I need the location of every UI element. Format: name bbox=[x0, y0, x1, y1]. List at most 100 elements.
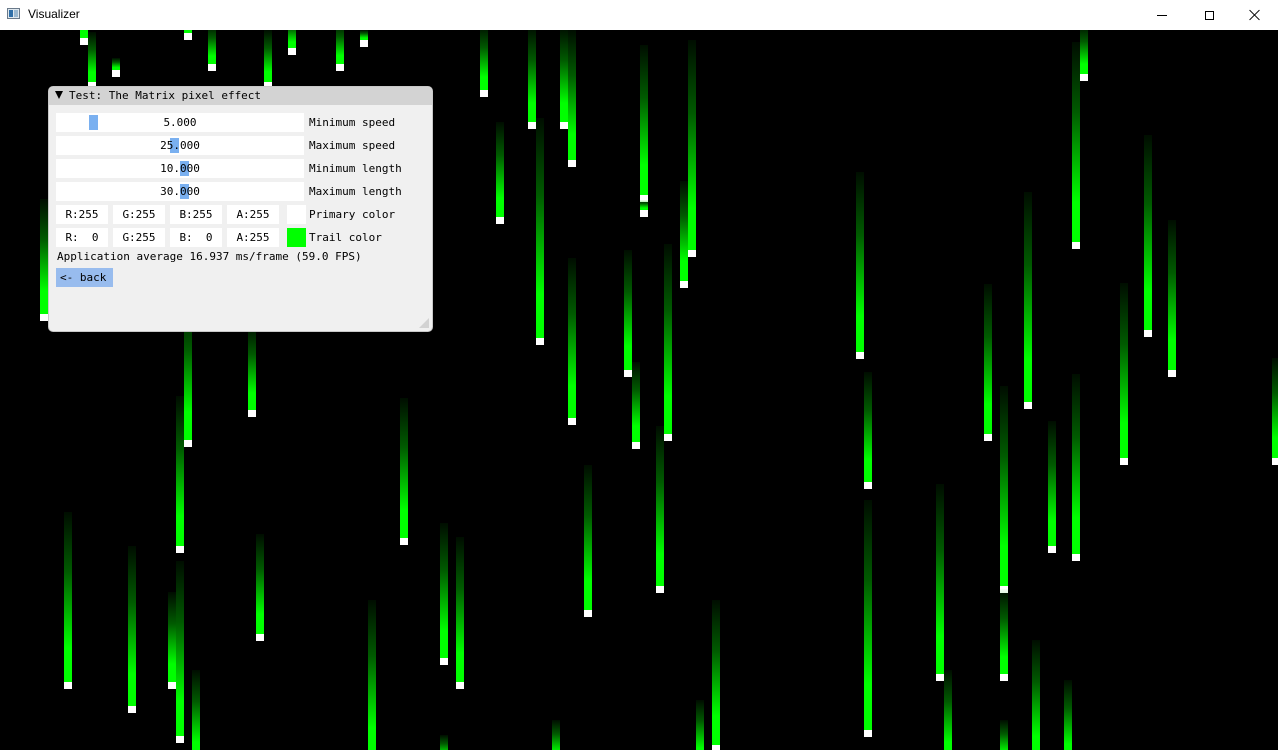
matrix-stream-trail bbox=[528, 30, 536, 122]
primary-color-b-field[interactable]: B:255 bbox=[170, 205, 222, 224]
matrix-stream-trail bbox=[1048, 421, 1056, 546]
matrix-stream bbox=[368, 600, 376, 750]
matrix-stream bbox=[264, 30, 272, 89]
close-button[interactable] bbox=[1232, 0, 1278, 30]
matrix-stream-head bbox=[1080, 74, 1088, 81]
matrix-stream bbox=[688, 40, 696, 257]
matrix-stream-head bbox=[712, 745, 720, 750]
matrix-stream-head bbox=[400, 538, 408, 545]
matrix-stream-trail bbox=[336, 30, 344, 64]
matrix-stream-head bbox=[128, 706, 136, 713]
matrix-stream-head bbox=[176, 736, 184, 743]
matrix-stream-head bbox=[1120, 458, 1128, 465]
matrix-stream bbox=[208, 30, 216, 71]
matrix-stream bbox=[1072, 374, 1080, 561]
matrix-stream-head bbox=[496, 217, 504, 224]
matrix-stream-head bbox=[168, 682, 176, 689]
collapse-arrow-icon[interactable] bbox=[55, 91, 63, 99]
matrix-stream-head bbox=[936, 674, 944, 681]
trail-color-a-value: A:255 bbox=[236, 231, 270, 244]
matrix-stream-trail bbox=[1072, 374, 1080, 554]
max-length-label: Maximum length bbox=[309, 185, 402, 198]
matrix-stream-head bbox=[984, 434, 992, 441]
primary-color-g-value: G:255 bbox=[122, 208, 156, 221]
primary-color-swatch[interactable] bbox=[287, 205, 306, 224]
matrix-stream bbox=[528, 30, 536, 129]
min-length-slider[interactable]: 10.000 bbox=[56, 159, 304, 178]
matrix-stream bbox=[640, 200, 648, 217]
matrix-stream bbox=[864, 372, 872, 489]
matrix-stream bbox=[696, 700, 704, 750]
matrix-stream-head bbox=[288, 48, 296, 55]
matrix-stream-trail bbox=[864, 372, 872, 482]
matrix-stream-trail bbox=[64, 512, 72, 682]
maximize-button[interactable] bbox=[1186, 0, 1232, 30]
primary-color-g-field[interactable]: G:255 bbox=[113, 205, 165, 224]
matrix-stream bbox=[1032, 640, 1040, 750]
matrix-stream-trail bbox=[864, 500, 872, 730]
matrix-stream-trail bbox=[856, 172, 864, 352]
minimize-button[interactable] bbox=[1139, 0, 1185, 30]
min-speed-label: Minimum speed bbox=[309, 116, 396, 129]
trail-color-b-field[interactable]: B: 0 bbox=[170, 228, 222, 247]
primary-color-r-field[interactable]: R:255 bbox=[56, 205, 108, 224]
matrix-stream-trail bbox=[80, 30, 88, 38]
back-button[interactable]: <- back bbox=[56, 268, 113, 287]
matrix-stream-head bbox=[1024, 402, 1032, 409]
matrix-stream-head bbox=[688, 250, 696, 257]
resize-grip-icon[interactable] bbox=[419, 318, 429, 328]
max-length-slider[interactable]: 30.000 bbox=[56, 182, 304, 201]
matrix-stream bbox=[632, 362, 640, 449]
matrix-stream-trail bbox=[168, 592, 176, 682]
matrix-stream bbox=[1048, 421, 1056, 553]
matrix-stream-trail bbox=[1000, 589, 1008, 674]
matrix-stream-trail bbox=[936, 484, 944, 674]
trail-color-g-field[interactable]: G:255 bbox=[113, 228, 165, 247]
matrix-stream-head bbox=[1168, 370, 1176, 377]
primary-color-label: Primary color bbox=[309, 208, 396, 221]
matrix-stream-trail bbox=[1000, 720, 1008, 750]
matrix-stream-trail bbox=[208, 30, 216, 64]
matrix-stream-head bbox=[1048, 546, 1056, 553]
matrix-stream-trail bbox=[360, 30, 368, 40]
panel-title-bar[interactable]: Test: The Matrix pixel effect bbox=[49, 87, 432, 105]
matrix-stream-head bbox=[64, 682, 72, 689]
primary-color-a-field[interactable]: A:255 bbox=[227, 205, 279, 224]
matrix-stream bbox=[536, 118, 544, 345]
matrix-stream bbox=[1120, 283, 1128, 465]
trail-color-a-field[interactable]: A:255 bbox=[227, 228, 279, 247]
matrix-stream-head bbox=[1072, 554, 1080, 561]
trail-color-b-value: B: 0 bbox=[179, 231, 213, 244]
matrix-stream bbox=[80, 30, 88, 45]
matrix-stream-trail bbox=[440, 523, 448, 658]
min-speed-slider[interactable]: 5.000 bbox=[56, 113, 304, 132]
matrix-stream bbox=[40, 199, 48, 321]
matrix-stream-trail bbox=[192, 670, 200, 750]
matrix-stream bbox=[480, 30, 488, 97]
trail-color-swatch[interactable] bbox=[287, 228, 306, 247]
trail-color-r-field[interactable]: R: 0 bbox=[56, 228, 108, 247]
matrix-stream-head bbox=[632, 442, 640, 449]
matrix-stream-trail bbox=[568, 30, 576, 160]
matrix-stream-trail bbox=[696, 700, 704, 750]
matrix-stream-trail bbox=[40, 199, 48, 314]
matrix-stream bbox=[192, 670, 200, 750]
matrix-stream-trail bbox=[400, 398, 408, 538]
matrix-stream-trail bbox=[1000, 386, 1008, 586]
matrix-stream-head bbox=[568, 418, 576, 425]
window-title: Visualizer bbox=[28, 7, 80, 21]
matrix-stream-trail bbox=[688, 40, 696, 250]
matrix-stream bbox=[1000, 720, 1008, 750]
matrix-stream bbox=[712, 600, 720, 750]
matrix-stream-head bbox=[864, 730, 872, 737]
panel-title: Test: The Matrix pixel effect bbox=[69, 89, 262, 102]
matrix-stream-trail bbox=[632, 362, 640, 442]
matrix-stream-head bbox=[1144, 330, 1152, 337]
matrix-stream-trail bbox=[1032, 640, 1040, 750]
max-speed-slider[interactable]: 25.000 bbox=[56, 136, 304, 155]
matrix-stream-head bbox=[336, 64, 344, 71]
matrix-stream-trail bbox=[256, 534, 264, 634]
matrix-stream-trail bbox=[584, 465, 592, 610]
matrix-stream-trail bbox=[664, 244, 672, 434]
matrix-stream-head bbox=[640, 210, 648, 217]
